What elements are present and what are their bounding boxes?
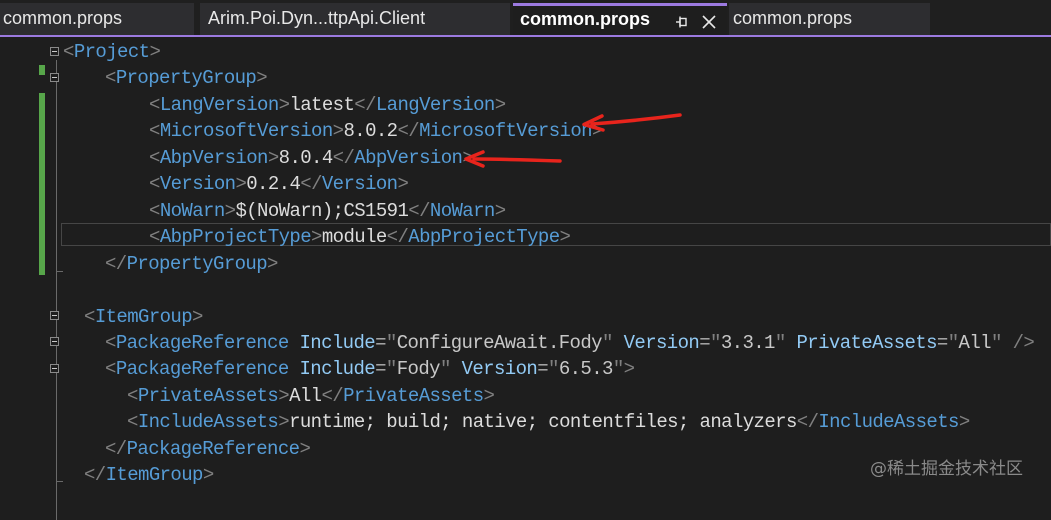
xml-attribute-value: All [958,332,992,354]
tab-common-props-1[interactable]: common.props [0,3,194,35]
xml-tag: PropertyGroup [115,67,257,89]
annotation-arrow-abp-version [464,150,562,168]
xml-attribute-value: Fody [396,358,441,380]
xml-tag: NoWarn [159,200,225,222]
xml-attribute: Include [299,332,376,354]
xml-tag: ItemGroup [105,464,204,486]
code-line-private-assets: <PrivateAssets>All</PrivateAssets> [127,385,495,407]
code-editor[interactable]: <Project> <PropertyGroup> <LangVersion>l… [0,37,1051,520]
xml-tag: AbpVersion [354,147,463,169]
collapse-toggle-item-group[interactable] [50,311,59,320]
xml-tag: MicrosoftVersion [419,120,592,142]
xml-tag: PackageReference [115,332,289,354]
xml-tag: AbpVersion [159,147,269,169]
xml-value: 0.2.4 [246,173,301,195]
xml-value: runtime; build; native; contentfiles; an… [289,411,797,433]
code-line-version: <Version>0.2.4</Version> [149,173,409,195]
tab-label: common.props [733,8,853,28]
code-line-item-group-close: </ItemGroup> [84,464,214,486]
outline-guide [56,60,57,520]
xml-attribute: Version [623,332,700,354]
xml-attribute-value: 3.3.1 [720,332,776,354]
tab-label: common.props [3,8,123,28]
code-line-package-reference-configureawait: <PackageReference Include="ConfigureAwai… [105,332,1035,354]
xml-value: 8.0.2 [343,120,398,142]
code-line-package-reference-fody: <PackageReference Include="Fody" Version… [105,358,635,380]
close-icon[interactable] [701,14,717,30]
watermark: @稀土掘金技术社区 [870,459,1023,479]
xml-tag: LangVersion [159,94,279,116]
editor-window: common.props Arim.Poi.Dyn...ttpApi.Clien… [0,0,1051,520]
xml-tag: PrivateAssets [137,385,279,407]
xml-value: $(NoWarn);CS1591 [235,200,409,222]
collapse-toggle-project[interactable] [50,47,59,56]
code-line-property-group-close: </PropertyGroup> [105,253,278,275]
tab-label: common.props [520,9,651,29]
xml-tag: PackageReference [126,438,300,460]
xml-value: latest [289,94,355,116]
xml-tag: ItemGroup [94,306,193,328]
code-line-nowarn: <NoWarn>$(NoWarn);CS1591</NoWarn> [149,200,506,222]
document-tab-strip: common.props Arim.Poi.Dyn...ttpApi.Clien… [0,0,1051,37]
xml-attribute: Version [461,358,538,380]
xml-tag: IncludeAssets [137,411,279,433]
change-marker [39,93,45,275]
code-line-lang-version: <LangVersion>latest</LangVersion> [149,94,506,116]
xml-value: module [321,226,387,248]
xml-tag: PackageReference [115,358,289,380]
tab-common-props-active[interactable]: common.props [513,3,727,35]
code-line-abp-project-type: <AbpProjectType>module</AbpProjectType> [149,226,571,248]
xml-attribute: Include [299,358,376,380]
xml-tag: PrivateAssets [343,385,484,407]
change-marker [39,65,45,75]
xml-tag: NoWarn [429,200,495,222]
collapse-toggle-package-reference-fody[interactable] [50,364,59,373]
pin-icon[interactable] [675,15,689,29]
annotation-arrow-microsoft-version [582,113,682,132]
code-line-include-assets: <IncludeAssets>runtime; build; native; c… [127,411,970,433]
xml-tag: LangVersion [375,94,495,116]
outline-end-tick [56,271,63,272]
tab-label: Arim.Poi.Dyn...ttpApi.Client [208,8,426,28]
code-line-microsoft-version: <MicrosoftVersion>8.0.2</MicrosoftVersio… [149,120,603,142]
xml-attribute-value: 6.5.3 [558,358,614,380]
xml-attribute-value: ConfigureAwait.Fody [396,332,603,354]
xml-tag: AbpProjectType [408,226,560,248]
xml-value: 8.0.4 [278,147,334,169]
xml-tag: Version [321,173,398,195]
tab-http-api-client[interactable]: Arim.Poi.Dyn...ttpApi.Client [200,3,510,35]
code-line-project-open: <Project> [63,41,161,63]
collapse-toggle-property-group[interactable] [50,73,59,82]
collapse-toggle-package-reference[interactable] [50,337,59,346]
xml-tag: MicrosoftVersion [159,120,333,142]
xml-tag: PropertyGroup [126,253,268,275]
outline-end-tick [56,481,63,482]
xml-tag: IncludeAssets [818,411,959,433]
xml-tag: AbpProjectType [159,226,312,248]
xml-tag: Version [159,173,236,195]
code-line-package-reference-close: </PackageReference> [105,438,311,460]
xml-tag: Project [73,41,150,63]
xml-attribute: PrivateAssets [796,332,937,354]
code-line-property-group-open: <PropertyGroup> [105,67,268,89]
code-line-abp-version: <AbpVersion>8.0.4</AbpVersion> [149,147,474,169]
code-line-item-group-open: <ItemGroup> [84,306,203,328]
tab-common-props-4[interactable]: common.props [729,3,930,35]
xml-value: All [289,385,322,407]
